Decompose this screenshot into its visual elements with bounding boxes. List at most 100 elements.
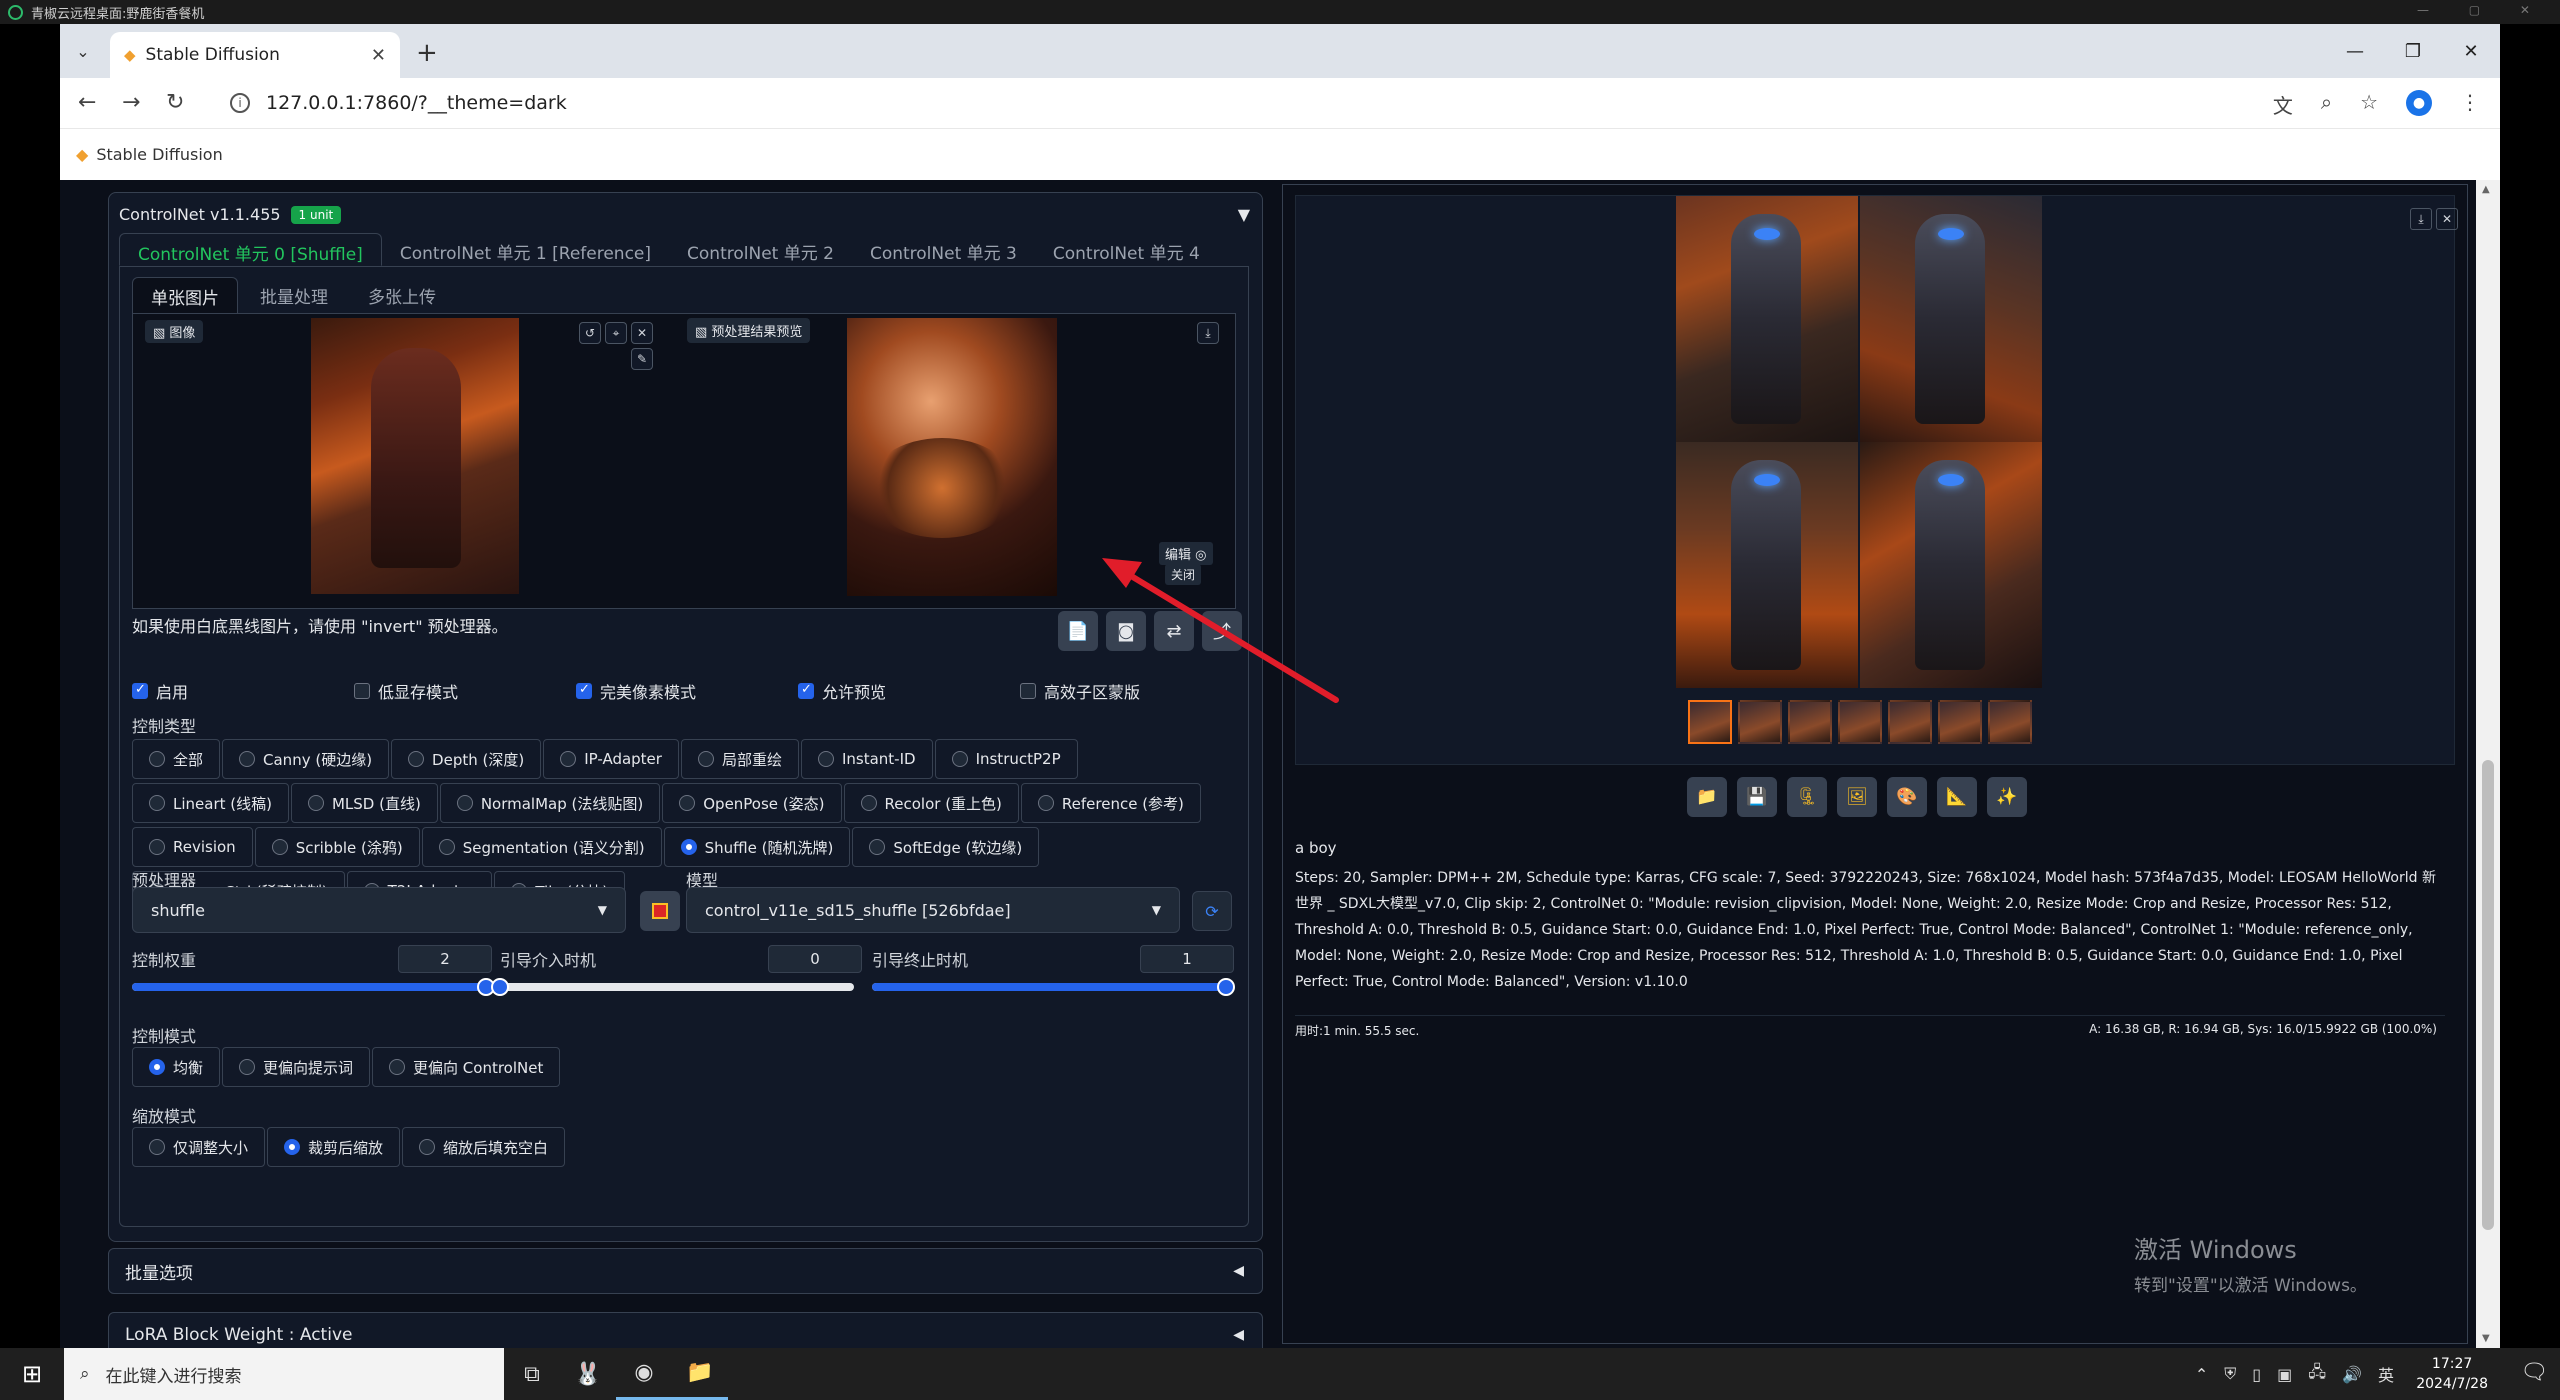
control-type-radio[interactable]: SoftEdge (软边缘): [852, 827, 1040, 867]
thumbnail[interactable]: [1938, 700, 1982, 744]
gallery-image[interactable]: [1676, 196, 1858, 442]
weight-slider[interactable]: [132, 978, 495, 996]
usb-icon[interactable]: ▯: [2252, 1365, 2261, 1384]
run-preprocessor-icon[interactable]: [640, 891, 680, 931]
shield-icon[interactable]: ⛨: [2224, 1364, 2236, 1384]
low-vram-checkbox[interactable]: 低显存模式: [354, 679, 458, 703]
site-info-icon[interactable]: i: [230, 93, 250, 113]
download-icon[interactable]: ⤓: [1197, 322, 1219, 344]
swap-icon[interactable]: ⇄: [1154, 611, 1194, 651]
close-window-icon[interactable]: ✕: [2442, 24, 2500, 78]
control-mode-radio[interactable]: 更偏向提示词: [222, 1047, 371, 1087]
bookmark-item[interactable]: Stable Diffusion: [96, 145, 222, 164]
model-select[interactable]: control_v11e_sd15_shuffle [526bfdae] ▼: [686, 887, 1180, 933]
control-type-radio[interactable]: 局部重绘: [680, 739, 799, 779]
start-windows-icon[interactable]: ⊞: [0, 1348, 64, 1400]
control-type-radio[interactable]: Revision: [132, 827, 253, 867]
guidance-start-input[interactable]: 0: [768, 945, 862, 973]
pixel-perfect-checkbox[interactable]: 完美像素模式: [576, 679, 696, 703]
app-icon[interactable]: 🐰: [560, 1348, 616, 1400]
send-to-inpaint-icon[interactable]: 🎨: [1887, 777, 1927, 817]
gallery-image[interactable]: [1676, 442, 1858, 688]
tab-search-icon[interactable]: ⌄: [68, 36, 98, 66]
volume-icon[interactable]: 🔊: [2342, 1365, 2362, 1384]
guidance-start-slider[interactable]: [491, 978, 854, 996]
control-type-radio[interactable]: Canny (硬边缘): [222, 739, 390, 779]
restore-icon[interactable]: ❐: [2384, 24, 2442, 78]
control-mode-radio[interactable]: 更偏向 ControlNet: [372, 1047, 561, 1087]
gallery-close-icon[interactable]: ✕: [2436, 208, 2458, 230]
forward-icon[interactable]: →: [122, 90, 140, 115]
preprocessor-preview-image[interactable]: [847, 318, 1057, 596]
control-type-radio[interactable]: OpenPose (姿态): [662, 783, 842, 823]
thumbnail[interactable]: [1988, 700, 2032, 744]
close-preview-button[interactable]: 关闭: [1165, 564, 1202, 585]
gallery-image[interactable]: [1860, 196, 2042, 442]
lora-block-weight-accordion[interactable]: LoRA Block Weight : Active ◀: [108, 1312, 1263, 1348]
new-canvas-icon[interactable]: 📄: [1058, 611, 1098, 651]
control-type-radio[interactable]: Instant-ID: [800, 739, 933, 779]
thumbnail[interactable]: [1888, 700, 1932, 744]
resize-mode-radio[interactable]: 裁剪后缩放: [267, 1127, 401, 1167]
tray-expand-icon[interactable]: ⌃: [2195, 1365, 2208, 1384]
remote-window-controls[interactable]: — ▢ ✕: [2417, 3, 2548, 17]
menu-kebab-icon[interactable]: ⋮: [2460, 90, 2480, 119]
batch-options-accordion[interactable]: 批量选项 ◀: [108, 1248, 1263, 1294]
preprocessor-select[interactable]: shuffle ▼: [132, 887, 626, 933]
brush-icon[interactable]: ⌖: [605, 322, 627, 344]
task-view-icon[interactable]: ⧉: [504, 1348, 560, 1400]
control-type-radio[interactable]: Lineart (线稿): [132, 783, 289, 823]
guidance-end-slider[interactable]: [872, 978, 1235, 996]
bookmark-star-icon[interactable]: ☆: [2360, 90, 2378, 119]
send-to-extras-icon[interactable]: 📐: [1937, 777, 1977, 817]
open-folder-icon[interactable]: 📁: [1687, 777, 1727, 817]
send-dimensions-icon[interactable]: ⤴: [1202, 611, 1242, 651]
address-bar[interactable]: i 127.0.0.1:7860/?__theme=dark: [210, 84, 2290, 122]
resize-mode-radio[interactable]: 仅调整大小: [132, 1127, 266, 1167]
nvidia-icon[interactable]: ▣: [2277, 1365, 2292, 1384]
tab-unit-4[interactable]: ControlNet 单元 4: [1035, 233, 1218, 266]
control-type-radio[interactable]: InstructP2P: [934, 739, 1078, 779]
control-type-radio[interactable]: 全部: [132, 739, 221, 779]
zip-icon[interactable]: 🗜: [1787, 777, 1827, 817]
tab-unit-1[interactable]: ControlNet 单元 1 [Reference]: [382, 233, 669, 266]
reload-icon[interactable]: ↻: [166, 90, 184, 115]
page-scrollbar[interactable]: ▲ ▼: [2476, 180, 2500, 1348]
controlnet-header[interactable]: ControlNet v1.1.455 1 unit: [119, 205, 342, 224]
file-explorer-icon[interactable]: 📁: [672, 1348, 728, 1400]
sparkle-icon[interactable]: ✨: [1987, 777, 2027, 817]
input-image[interactable]: [311, 318, 519, 594]
control-mode-radio[interactable]: 均衡: [132, 1047, 221, 1087]
zoom-icon[interactable]: ⌕: [2321, 90, 2332, 119]
gallery-download-icon[interactable]: ⤓: [2410, 208, 2432, 230]
gallery-image[interactable]: [1860, 442, 2042, 688]
network-icon[interactable]: 🖧: [2308, 1361, 2326, 1388]
profile-avatar-icon[interactable]: ●: [2406, 90, 2432, 116]
scroll-thumb[interactable]: [2482, 760, 2494, 1230]
taskbar-search[interactable]: ⌕ 在此键入进行搜索: [64, 1348, 504, 1400]
thumbnail[interactable]: [1788, 700, 1832, 744]
save-icon[interactable]: 💾: [1737, 777, 1777, 817]
slider-knob[interactable]: [491, 978, 509, 996]
tab-multi-upload[interactable]: 多张上传: [350, 277, 454, 315]
tab-batch[interactable]: 批量处理: [242, 277, 346, 315]
minimize-icon[interactable]: —: [2326, 24, 2384, 78]
send-to-img2img-icon[interactable]: 🖼: [1837, 777, 1877, 817]
enable-checkbox[interactable]: 启用: [132, 679, 188, 703]
webcam-icon[interactable]: ◙: [1106, 611, 1146, 651]
edit-pen-icon[interactable]: ✎: [631, 348, 653, 370]
thumbnail[interactable]: [1738, 700, 1782, 744]
collapse-triangle-icon[interactable]: ▼: [1238, 205, 1250, 224]
translate-icon[interactable]: ⽂: [2273, 90, 2293, 119]
slider-knob[interactable]: [1217, 978, 1235, 996]
ime-indicator[interactable]: 英: [2378, 1362, 2394, 1386]
resize-mode-radio[interactable]: 缩放后填充空白: [402, 1127, 566, 1167]
tab-single-image[interactable]: 单张图片: [132, 277, 238, 315]
control-type-radio[interactable]: IP-Adapter: [543, 739, 679, 779]
edit-button[interactable]: 编辑 ◎: [1159, 542, 1213, 565]
refresh-models-icon[interactable]: ⟳: [1192, 891, 1232, 931]
back-icon[interactable]: ←: [78, 90, 96, 115]
browser-tab[interactable]: ◆ Stable Diffusion ✕: [110, 32, 400, 78]
control-type-radio[interactable]: Recolor (重上色): [843, 783, 1019, 823]
effective-region-mask-checkbox[interactable]: 高效子区蒙版: [1020, 679, 1140, 703]
